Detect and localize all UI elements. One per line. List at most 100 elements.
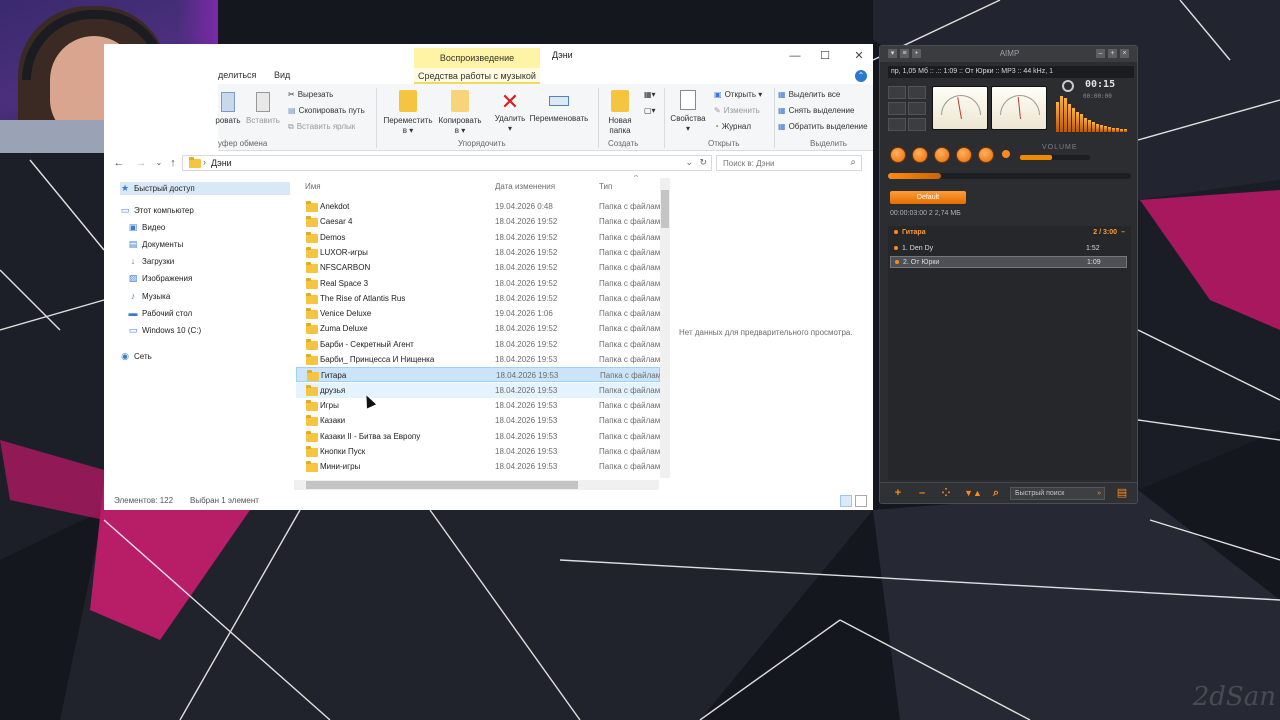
ribbon-expand-icon[interactable]: ⌃ [855, 70, 867, 82]
pause-button[interactable] [934, 147, 950, 163]
stop-button[interactable] [956, 147, 972, 163]
invert-selection-button[interactable]: ▦ Обратить выделение [778, 122, 868, 132]
copy-button[interactable]: ровать [214, 92, 242, 126]
nav-item-9[interactable]: ◉ Сеть [120, 351, 152, 362]
nav-item-3[interactable]: ▤ Документы [128, 239, 184, 250]
aimp-eq-toggle-icon[interactable] [908, 86, 926, 99]
vertical-scrollbar[interactable] [660, 178, 670, 478]
copy-path-button[interactable]: ▤ Скопировать путь [288, 106, 365, 116]
vertical-scroll-thumb[interactable] [661, 190, 669, 228]
volume-slider[interactable] [1020, 155, 1090, 160]
horizontal-scroll-thumb[interactable] [306, 481, 578, 489]
playlist-file-icon[interactable]: ▤ [1114, 487, 1130, 500]
nav-item-4[interactable]: ↓ Загрузки [128, 256, 174, 266]
edit-button[interactable]: ✎ Изменить [714, 106, 760, 116]
new-folder-button[interactable]: Новая папка [602, 90, 638, 136]
aimp-eq-icon[interactable]: ≡ [900, 49, 909, 58]
close-button[interactable]: ✕ [848, 48, 870, 64]
nav-item-2[interactable]: ▣ Видео [128, 222, 166, 233]
search-go-icon[interactable]: » [1097, 488, 1101, 499]
delete-button[interactable]: ✕ Удалить ▾ [490, 90, 530, 134]
nav-item-5[interactable]: ▨ Изображения [128, 273, 193, 284]
file-row[interactable]: Барби_ Принцесса И Нищенка 18.04.2026 19:… [296, 352, 665, 367]
previous-button[interactable] [890, 147, 906, 163]
properties-button[interactable]: Свойства ▾ [666, 90, 710, 134]
minimize-button[interactable]: — [784, 48, 806, 64]
file-row[interactable]: Мини-игры 18.04.2026 19:53 Папка с файлами [296, 459, 665, 474]
nav-item-8[interactable]: ▭ Windows 10 (C:) [128, 325, 201, 336]
file-row[interactable]: Venice Deluxe 19.04.2026 1:06 Папка с файл… [296, 306, 665, 321]
remove-files-icon[interactable]: – [914, 487, 930, 500]
add-files-icon[interactable]: + [890, 487, 906, 500]
cut-button[interactable]: ✂ Вырезать [288, 90, 333, 100]
open-button[interactable]: ▣ Открыть ▾ [714, 90, 762, 100]
aimp-menu-icon[interactable]: ▾ [888, 49, 897, 58]
file-row[interactable]: Anekdot 19.04.2026 0:48 Папка с файлами [296, 199, 665, 214]
playlist-tab-default[interactable]: Default [890, 191, 966, 204]
aimp-pin-icon[interactable]: • [912, 49, 921, 58]
move-to-button[interactable]: Переместить в ▾ [382, 90, 434, 136]
back-arrow-icon[interactable]: ← [112, 156, 126, 170]
tab-music-tools[interactable]: Средства работы с музыкой [414, 68, 540, 84]
easy-access-icon[interactable]: ▢▾ [644, 106, 656, 116]
forward-arrow-icon[interactable]: → [134, 156, 148, 170]
up-arrow-icon[interactable]: ↑ [166, 156, 180, 170]
tab-share[interactable]: делиться [218, 70, 256, 80]
file-row[interactable]: NFSCARBON 18.04.2026 19:52 Папка с файлами [296, 260, 665, 275]
aimp-shuffle-icon[interactable] [888, 86, 906, 99]
aimp-mute-icon[interactable] [908, 118, 926, 131]
details-view-icon[interactable] [840, 495, 852, 507]
aimp-close-icon[interactable]: × [1120, 49, 1129, 58]
chevron-down-icon[interactable]: ⌄ [152, 156, 166, 170]
file-row[interactable]: друзья 18.04.2026 19:53 Папка с файлами [296, 382, 665, 398]
file-row[interactable]: Real Space 3 18.04.2026 19:52 Папка с файл… [296, 276, 665, 291]
aimp-tray-icon[interactable]: + [1108, 49, 1117, 58]
file-row[interactable]: Кнопки Пуск 18.04.2026 19:53 Папка с файла… [296, 444, 665, 459]
file-row[interactable]: Казаки 18.04.2026 19:53 Папка с файлами [296, 413, 665, 428]
paste-shortcut-button[interactable]: ⧉ Вставить ярлык [288, 122, 355, 132]
quick-search-field[interactable]: Быстрый поиск » [1010, 487, 1105, 500]
nav-item-1[interactable]: ▭ Этот компьютер [120, 205, 194, 216]
select-all-button[interactable]: ▦ Выделить все [778, 90, 840, 100]
nav-item-7[interactable]: ▬ Рабочий стол [128, 308, 193, 318]
nav-item-0[interactable]: ★ Быстрый доступ [120, 182, 290, 195]
file-row[interactable]: LUXOR-игры 18.04.2026 19:52 Папка с файлам… [296, 245, 665, 260]
file-row[interactable]: Игры 18.04.2026 19:53 Папка с файлами [296, 398, 665, 413]
file-row[interactable]: Казаки II - Битва за Европу 18.04.2026 19… [296, 429, 665, 444]
playlist-group-header[interactable]: Гитара 2 / 3:00 – [890, 229, 1127, 240]
aimp-playlist-toggle-icon[interactable] [888, 118, 906, 131]
sort-tracks-icon[interactable]: ⁘ [938, 487, 954, 500]
aimp-repeat-icon[interactable] [888, 102, 906, 115]
address-dropdown-icon[interactable]: ⌄ [685, 157, 693, 168]
nav-item-6[interactable]: ♪ Музыка [128, 291, 171, 301]
file-row[interactable]: Zuma Deluxe 18.04.2026 19:52 Папка с файла… [296, 321, 665, 336]
maximize-button[interactable]: ☐ [814, 48, 836, 64]
file-row[interactable]: Гитара 18.04.2026 19:53 Папка с файлами [296, 367, 666, 383]
column-header-name[interactable]: Имя [305, 182, 321, 191]
new-item-icon[interactable]: ▦▾ [644, 90, 656, 100]
refresh-icon[interactable]: ↻ [699, 157, 707, 168]
playlist-options-icon[interactable]: ▼▲ [962, 487, 984, 500]
large-icons-view-icon[interactable] [855, 495, 867, 507]
search-input[interactable] [717, 156, 837, 170]
power-icon[interactable] [1062, 80, 1074, 92]
copy-to-button[interactable]: Копировать в ▾ [434, 90, 486, 136]
aimp-balance-icon[interactable] [908, 102, 926, 115]
file-row[interactable]: Demos 18.04.2026 19:52 Папка с файлами [296, 230, 665, 245]
history-button[interactable]: ◔ Журнал [714, 122, 751, 132]
tab-view[interactable]: Вид [274, 70, 290, 80]
next-button[interactable] [978, 147, 994, 163]
column-header-type[interactable]: Тип [599, 182, 612, 191]
play-button[interactable] [912, 147, 928, 163]
file-row[interactable]: The Rise of Atlantis Rus 18.04.2026 19:52… [296, 291, 665, 306]
playlist-track[interactable]: 2. От Юрки 1:09 [890, 256, 1127, 268]
seek-bar[interactable] [888, 173, 1131, 179]
file-row[interactable]: Caesar 4 18.04.2026 19:52 Папка с файлами [296, 214, 665, 229]
file-row[interactable]: Барби - Секретный Агент 18.04.2026 19:52 П… [296, 337, 665, 352]
column-header-date[interactable]: Дата изменения [495, 182, 555, 191]
paste-button[interactable]: Вставить [246, 92, 280, 126]
rename-button[interactable]: Переименовать [526, 90, 592, 124]
address-bar[interactable]: › Дэни ⌄ ↻ [182, 155, 712, 171]
horizontal-scrollbar[interactable] [294, 480, 659, 490]
select-none-button[interactable]: ▦ Снять выделение [778, 106, 854, 116]
